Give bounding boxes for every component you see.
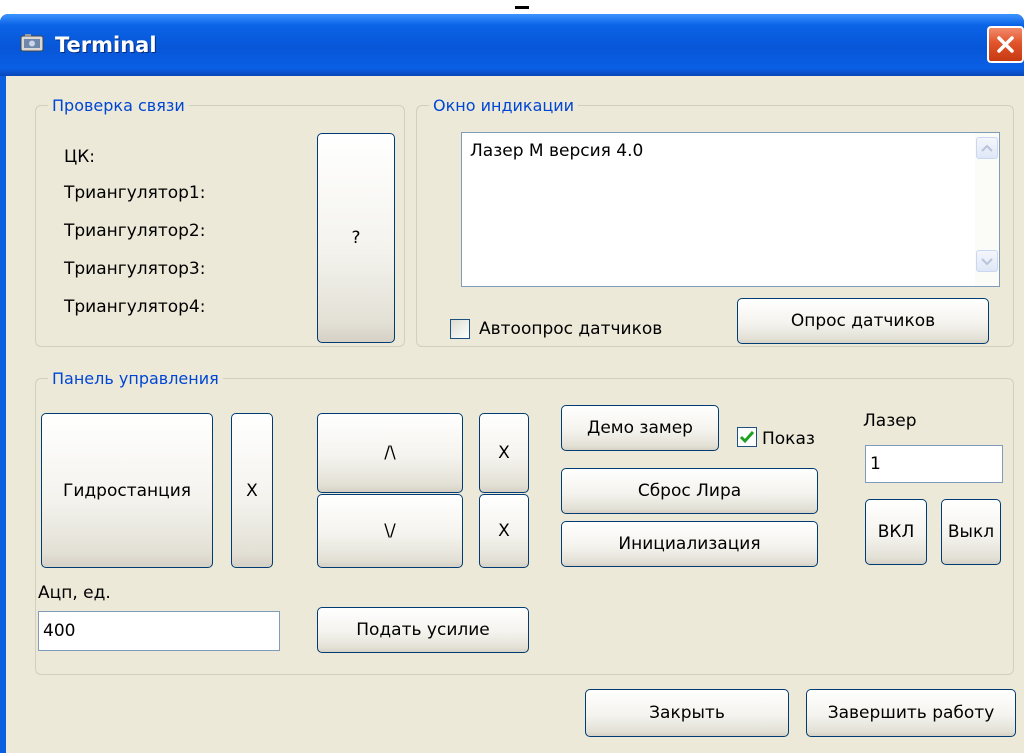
down-stop-button[interactable]: X <box>479 494 529 568</box>
apply-force-button[interactable]: Подать усилие <box>317 607 529 653</box>
scroll-up-button[interactable] <box>976 137 998 159</box>
hydro-station-button[interactable]: Гидростанция <box>41 413 213 568</box>
scrollbar[interactable] <box>975 133 999 286</box>
indication-text: Лазер М версия 4.0 <box>470 141 644 161</box>
show-checkbox[interactable] <box>737 427 757 447</box>
checkmark-icon <box>739 431 755 444</box>
close-icon <box>997 36 1014 53</box>
reset-lira-button[interactable]: Сброс Лира <box>561 468 818 514</box>
label-triangulator-4: Триангулятор4: <box>64 297 206 317</box>
scroll-down-button[interactable] <box>976 250 998 272</box>
move-down-button[interactable]: \/ <box>317 494 463 568</box>
scroll-down-icon <box>981 258 993 266</box>
move-up-button[interactable]: /\ <box>317 413 463 493</box>
auto-poll-label: Автоопрос датчиков <box>479 319 663 339</box>
demo-measure-button[interactable]: Демо замер <box>561 405 719 451</box>
finish-work-button[interactable]: Завершить работу <box>806 689 1016 737</box>
laser-label: Лазер <box>863 411 917 431</box>
initialization-button[interactable]: Инициализация <box>561 521 818 567</box>
control-panel-legend: Панель управления <box>48 369 223 389</box>
label-triangulator-3: Триангулятор3: <box>64 259 206 279</box>
connection-check-legend: Проверка связи <box>48 96 189 116</box>
indication-legend: Окно индикации <box>429 96 579 116</box>
scroll-up-icon <box>981 144 993 152</box>
close-button[interactable]: Закрыть <box>585 689 789 737</box>
close-window-button[interactable] <box>987 26 1024 63</box>
window-app-icon <box>20 33 44 53</box>
show-label: Показ <box>762 429 815 449</box>
check-connection-button[interactable]: ? <box>317 133 395 343</box>
top-marker <box>515 6 529 9</box>
hydro-stop-button[interactable]: X <box>231 413 273 568</box>
label-triangulator-1: Триангулятор1: <box>64 183 206 203</box>
laser-off-button[interactable]: Выкл <box>941 499 1001 565</box>
auto-poll-checkbox[interactable] <box>450 319 470 339</box>
label-triangulator-2: Триангулятор2: <box>64 221 206 241</box>
indication-memo[interactable]: Лазер М версия 4.0 <box>461 132 1000 287</box>
adc-label: Ацп, ед. <box>38 583 111 603</box>
laser-on-button[interactable]: ВКЛ <box>865 499 927 565</box>
laser-input[interactable]: 1 <box>865 445 1003 483</box>
window-title: Terminal <box>55 33 157 57</box>
up-stop-button[interactable]: X <box>479 413 529 493</box>
adc-input[interactable]: 400 <box>38 611 280 651</box>
label-ck: ЦК: <box>64 147 95 167</box>
poll-sensors-button[interactable]: Опрос датчиков <box>737 298 989 344</box>
